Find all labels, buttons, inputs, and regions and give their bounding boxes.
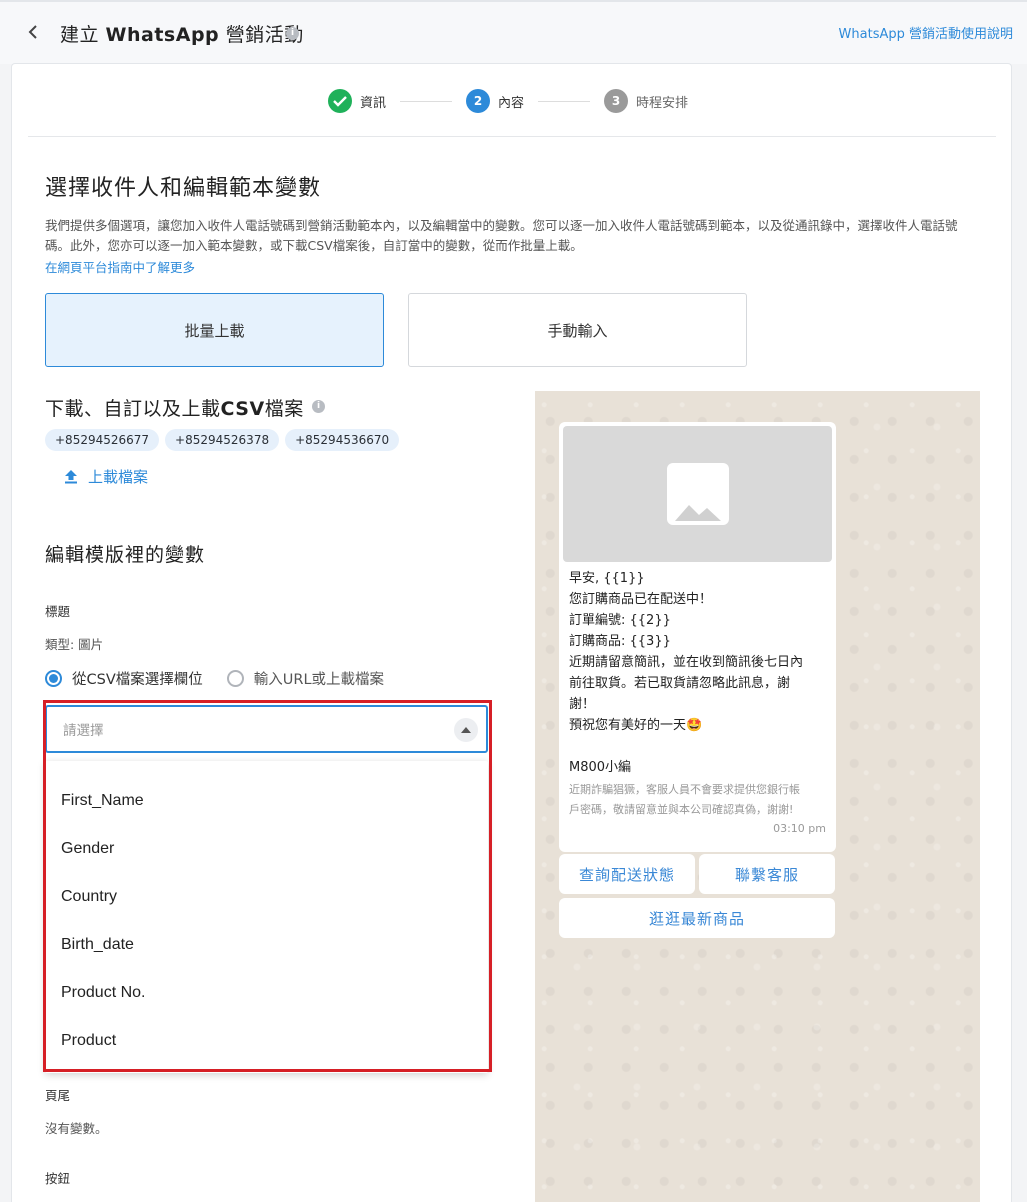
column-dropdown: First_Name Gender Country Birth_date Pro… bbox=[45, 761, 488, 1073]
learn-more-link[interactable]: 在網頁平台指南中了解更多 bbox=[45, 257, 195, 276]
manual-input-option[interactable]: 手動輸入 bbox=[408, 293, 747, 367]
stepper: 資訊 2 內容 3 時程安排 bbox=[328, 88, 688, 114]
footer-value: 沒有變數。 bbox=[45, 1121, 108, 1136]
step-info[interactable]: 資訊 bbox=[328, 89, 386, 113]
page-title: 建立 WhatsApp 營銷活動 bbox=[60, 24, 304, 46]
phone-chip[interactable]: +85294536670 bbox=[285, 429, 400, 451]
divider bbox=[28, 136, 996, 137]
info-icon[interactable]: i bbox=[286, 27, 299, 40]
top-bar: 建立 WhatsApp 營銷活動 i WhatsApp 營銷活動使用說明 bbox=[0, 0, 1027, 64]
radio-url-label[interactable]: 輸入URL或上載檔案 bbox=[254, 668, 384, 689]
dropdown-option[interactable]: Country bbox=[45, 873, 488, 921]
dropdown-option[interactable]: Product No. bbox=[45, 969, 488, 1017]
message-line: 謝！ bbox=[569, 697, 596, 712]
radio-url[interactable] bbox=[226, 670, 244, 687]
message-time: 03:10 pm bbox=[773, 822, 826, 835]
step-schedule[interactable]: 3 時程安排 bbox=[604, 89, 688, 113]
select-placeholder: 請選擇 bbox=[63, 723, 104, 739]
message-body: 早安, {{1}} 您訂購商品已在配送中！ 訂單編號: {{2}} 訂購商品: … bbox=[563, 562, 832, 778]
radio-csv[interactable] bbox=[45, 670, 62, 687]
message-line: 近期請留意簡訊，並在收到簡訊後七日內 bbox=[569, 655, 804, 670]
message-line: 預祝您有美好的一天🤩 bbox=[569, 718, 703, 733]
phone-chips: +85294526677 +85294526378 +85294536670 bbox=[45, 429, 400, 451]
message-line: 訂購商品: {{3}} bbox=[569, 634, 671, 649]
step-label: 時程安排 bbox=[636, 95, 689, 111]
image-placeholder bbox=[563, 426, 832, 562]
header-source-radios: 從CSV檔案選擇欄位 輸入URL或上載檔案 bbox=[45, 668, 384, 689]
radio-csv-label[interactable]: 從CSV檔案選擇欄位 bbox=[72, 668, 203, 689]
step-connector bbox=[538, 100, 591, 102]
variables-title: 編輯模版裡的變數 bbox=[45, 544, 206, 566]
step-number: 3 bbox=[604, 89, 629, 113]
bulk-upload-option[interactable]: 批量上載 bbox=[45, 293, 384, 367]
step-number: 2 bbox=[466, 89, 491, 113]
phone-chip[interactable]: +85294526378 bbox=[165, 429, 280, 451]
message-footer: 近期詐騙猖獗，客服人員不會要求提供您銀行帳 戶密碼，敬請留意並與本公司確認真偽，… bbox=[563, 780, 832, 820]
message-line: 訂單編號: {{2}} bbox=[569, 613, 671, 628]
dropdown-option[interactable]: Birth_date bbox=[45, 921, 488, 969]
section-title: 選擇收件人和編輯範本變數 bbox=[45, 176, 322, 201]
upload-file-button[interactable]: 上載檔案 bbox=[64, 466, 148, 487]
back-arrow-icon[interactable] bbox=[22, 20, 44, 44]
footer-line: 近期詐騙猖獗，客服人員不會要求提供您銀行帳 bbox=[569, 783, 800, 796]
header-label: 標題 bbox=[45, 604, 71, 619]
csv-section-title: 下載、自訂以及上載CSV檔案 bbox=[45, 398, 304, 420]
step-label: 資訊 bbox=[360, 95, 387, 111]
message-signature: M800小編 bbox=[569, 760, 632, 775]
quick-reply-button[interactable]: 查詢配送狀態 bbox=[559, 854, 695, 894]
message-line: 早安, {{1}} bbox=[569, 571, 645, 586]
phone-chip[interactable]: +85294526677 bbox=[45, 429, 160, 451]
buttons-label: 按鈕 bbox=[45, 1171, 71, 1186]
footer-label: 頁尾 bbox=[45, 1088, 71, 1103]
column-select[interactable]: 請選擇 bbox=[45, 705, 488, 753]
dropdown-option[interactable]: Gender bbox=[45, 825, 488, 873]
upload-icon bbox=[65, 470, 77, 484]
content-card: 資訊 2 內容 3 時程安排 選擇收件人和編輯範本變數 我們提供多個選項，讓您加… bbox=[11, 63, 1012, 1202]
message-line: 您訂購商品已在配送中！ bbox=[569, 592, 713, 607]
message-preview: 早安, {{1}} 您訂購商品已在配送中！ 訂單編號: {{2}} 訂購商品: … bbox=[535, 391, 980, 1202]
description: 我們提供多個選項，讓您加入收件人電話號碼到營銷活動範本內，以及編輯當中的變數。您… bbox=[45, 218, 958, 253]
step-connector bbox=[400, 100, 453, 102]
dropdown-option[interactable]: Product bbox=[45, 1017, 488, 1065]
step-content[interactable]: 2 內容 bbox=[466, 89, 524, 113]
type-label: 類型: 圖片 bbox=[45, 637, 104, 652]
help-link[interactable]: WhatsApp 營銷活動使用說明 bbox=[839, 23, 1013, 42]
caret-up-icon[interactable] bbox=[454, 718, 478, 742]
quick-reply-button[interactable]: 聯繫客服 bbox=[699, 854, 835, 894]
message-line: 前往取貨。若已取貨請忽略此訊息，謝 bbox=[569, 676, 791, 691]
footer-line: 戶密碼，敬請留意並與本公司確認真偽，謝謝! bbox=[569, 803, 794, 816]
dropdown-option[interactable]: First_Name bbox=[45, 777, 488, 825]
quick-reply-button[interactable]: 逛逛最新商品 bbox=[559, 898, 835, 938]
info-icon[interactable]: i bbox=[312, 400, 325, 413]
check-icon bbox=[328, 89, 352, 113]
upload-label: 上載檔案 bbox=[88, 468, 149, 486]
step-label: 內容 bbox=[498, 95, 525, 111]
image-icon bbox=[666, 463, 729, 525]
message-bubble: 早安, {{1}} 您訂購商品已在配送中！ 訂單編號: {{2}} 訂購商品: … bbox=[559, 422, 836, 852]
